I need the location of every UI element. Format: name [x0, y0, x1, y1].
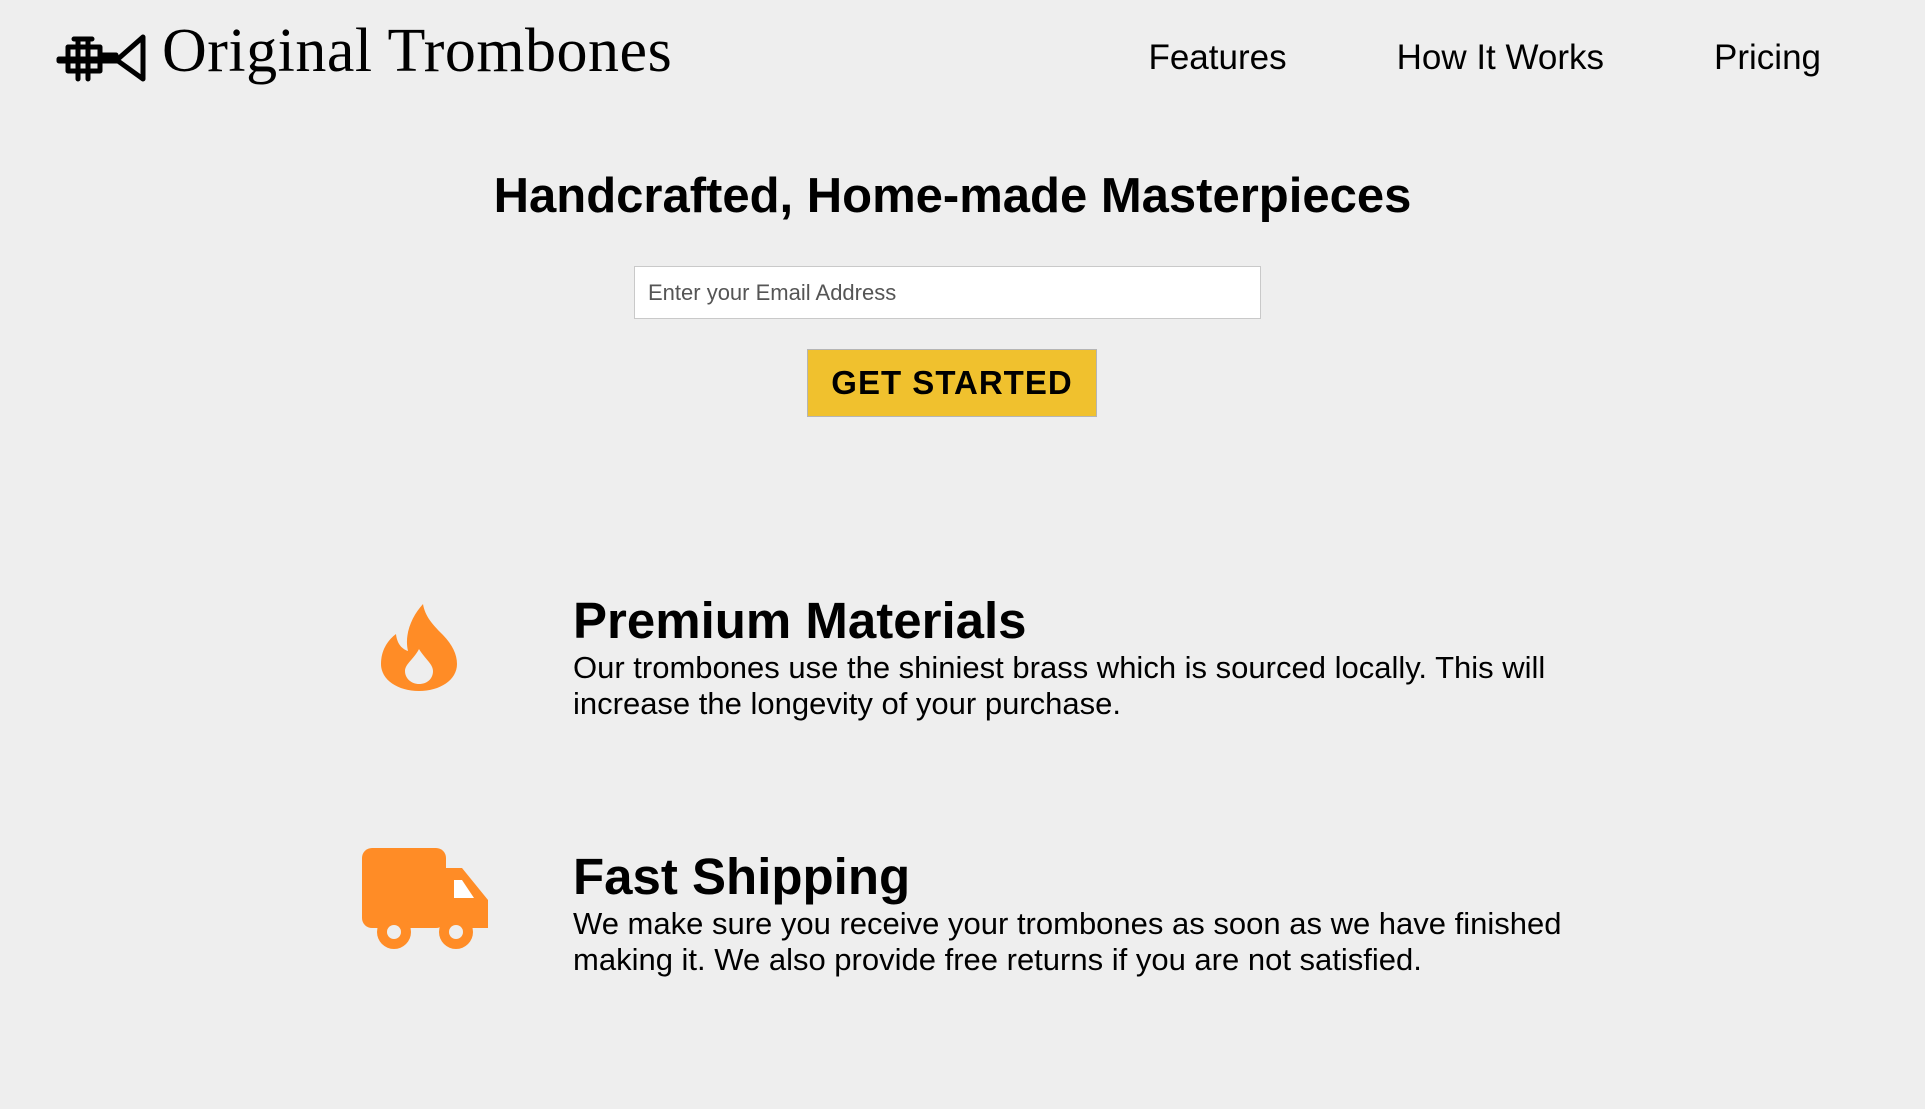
feature-fast-shipping: Fast Shipping We make sure you receive y…	[355, 848, 1655, 1008]
feature-description: Our trombones use the shiniest brass whi…	[573, 650, 1546, 721]
brand-logo[interactable]: Original Trombones	[56, 20, 672, 90]
email-input[interactable]	[634, 266, 1261, 319]
get-started-button[interactable]: GET STARTED	[807, 349, 1097, 417]
feature-title: Premium Materials	[573, 592, 1027, 649]
nav-link-features[interactable]: Features	[1148, 38, 1286, 78]
hero-section: Handcrafted, Home-made Masterpieces GET …	[0, 160, 1905, 417]
brand-name: Original Trombones	[162, 17, 673, 85]
fire-icon	[381, 604, 457, 691]
feature-description: We make sure you receive your trombones …	[573, 906, 1562, 977]
feature-body: Premium Materials Our trombones use the …	[573, 592, 1613, 722]
main-nav: Features How It Works Pricing	[1148, 38, 1821, 78]
trumpet-icon	[56, 34, 146, 82]
site-header: Original Trombones Features How It Works…	[0, 0, 1925, 110]
feature-title: Fast Shipping	[573, 848, 911, 905]
nav-link-pricing[interactable]: Pricing	[1714, 38, 1821, 78]
nav-link-how-it-works[interactable]: How It Works	[1397, 38, 1604, 78]
feature-body: Fast Shipping We make sure you receive y…	[573, 848, 1613, 978]
feature-premium-materials: Premium Materials Our trombones use the …	[355, 592, 1655, 752]
truck-icon	[362, 848, 488, 949]
hero-title: Handcrafted, Home-made Masterpieces	[493, 169, 1412, 223]
